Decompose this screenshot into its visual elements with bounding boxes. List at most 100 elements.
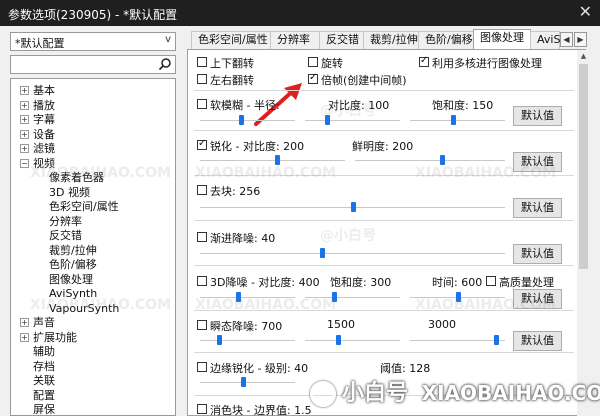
soft-blur-saturation-thumb[interactable] [450,115,456,125]
tree-item-label: VapourSynth [49,301,120,315]
tab-item[interactable]: 色阶/偏移 [418,31,474,49]
tab-scroll-right-icon[interactable]: ▶ [574,32,587,47]
soft-blur-contrast-thumb[interactable] [324,115,330,125]
tab-item[interactable]: 色彩空间/属性 [191,31,271,49]
expand-icon[interactable]: + [20,144,29,153]
sharpen-contrast-thumb[interactable] [274,155,280,165]
soft-blur-contrast-track[interactable] [305,120,400,121]
close-icon[interactable]: ✕ [579,2,592,21]
transient-track-2[interactable] [305,340,400,341]
progressive-denoise-label: 渐进降噪: 40 [210,232,276,245]
expand-icon[interactable]: + [20,318,29,327]
soft-blur-saturation-track[interactable] [410,120,505,121]
deblock-default-button[interactable]: 默认值 [513,198,562,218]
sharpen-contrast-track[interactable] [200,160,345,161]
tree-item-label: 辅助 [33,345,55,358]
deblock-thumb[interactable] [350,202,356,212]
expand-icon[interactable]: + [20,332,29,342]
transient-thumb-1[interactable] [217,335,222,345]
tree-item-label: 字幕 [33,113,55,126]
tree-item-label: 存档 [33,359,55,373]
edge-sharpen-track[interactable] [200,382,295,383]
denoise-3d-contrast-thumb[interactable] [236,292,241,302]
tree-item-label: 色阶/偏移 [49,258,97,271]
expand-icon[interactable]: + [20,129,29,139]
vertical-scrollbar[interactable]: ▲ [577,50,590,416]
edge-sharpen-checkbox[interactable] [197,362,207,372]
tree-item-label: 分辨率 [49,214,82,228]
transient-thumb-3[interactable] [493,335,499,345]
tree-item-label: 3D 视频 [49,185,90,199]
soft-blur-default-button[interactable]: 默认值 [513,106,562,126]
soft-blur-contrast-label: 对比度: 100 [328,99,390,112]
tree-item-label: 屏保 [33,403,55,416]
tab-item[interactable]: AviS [530,31,560,49]
progressive-denoise-track[interactable] [200,253,505,254]
tab-item[interactable]: 反交错 [319,31,364,49]
expand-icon[interactable]: + [20,115,29,124]
tree-item-label: 裁剪/拉伸 [49,243,97,257]
sharpen-checkbox[interactable] [197,138,207,150]
rotate-checkbox[interactable] [308,57,318,67]
tree-item-label: 反交错 [49,229,82,242]
preset-value: *默认配置 [15,37,65,50]
multicore-label: 利用多核进行图像处理 [432,57,542,70]
search-input[interactable] [10,55,176,74]
deblock-checkbox[interactable] [197,185,207,195]
tab-scroll-left-icon[interactable]: ◀ [560,32,573,47]
flip-horizontal-label: 左右翻转 [210,74,254,87]
tab-item[interactable]: 图像处理 [473,29,531,49]
eliminate-block-checkbox[interactable] [197,404,207,414]
flip-vertical-checkbox[interactable] [197,57,207,67]
progressive-denoise-thumb[interactable] [320,248,325,258]
progressive-denoise-checkbox[interactable] [197,232,207,242]
high-quality-label: 高质量处理 [499,276,554,289]
tab-item[interactable]: 裁剪/拉伸 [363,31,419,49]
soft-blur-radius-track[interactable] [200,120,295,121]
tab-bar: 色彩空间/属性 分辨率 反交错 裁剪/拉伸 色阶/偏移 图像处理 AviS ◀ ▶ [185,29,600,49]
sharpen-brightness-track[interactable] [355,160,505,161]
collapse-icon[interactable]: − [20,158,29,168]
scrollbar-thumb[interactable] [579,64,588,269]
transient-denoise-checkbox[interactable] [197,320,207,330]
denoise-3d-time-thumb[interactable] [455,292,461,302]
transient-track-1[interactable] [200,340,295,341]
soft-blur-checkbox[interactable] [197,99,207,109]
expand-icon[interactable]: + [20,100,29,110]
denoise-3d-saturation-thumb[interactable] [331,292,337,302]
brand-name: 小白号 [342,381,409,406]
soft-blur-label: 软模糊 - 半径: [210,99,280,112]
tab-item[interactable]: 分辨率 [270,31,320,49]
transient-track-3[interactable] [410,340,505,341]
rotate-label: 旋转 [321,57,343,70]
brand-site: XIAOBAIHAO.COM [421,381,600,405]
edge-sharpen-label: 边缘锐化 - 级别: 40 [210,362,309,375]
denoise-3d-default-button[interactable]: 默认值 [513,289,562,309]
denoise-3d-contrast-track[interactable] [200,297,295,298]
signal-icon [310,381,336,407]
denoise-3d-saturation-label: 饱和度: 300 [330,276,392,289]
progressive-denoise-default-button[interactable]: 默认值 [513,244,562,264]
sharpen-default-button[interactable]: 默认值 [513,152,562,172]
denoise-3d-time-label: 时间: 600 [432,276,483,289]
settings-tree[interactable]: + 基本 + 播放 + 字幕 + 设备 + 滤镜 − 视频 像素着色器 3D 视频 色彩空间/属性 分辨率 反交… [10,78,176,416]
search-icon[interactable] [158,57,172,71]
soft-blur-radius-thumb[interactable] [238,115,244,125]
transient-default-button[interactable]: 默认值 [513,331,562,351]
multicore-checkbox[interactable] [419,55,429,67]
tree-item-label: AviSynth [49,287,98,300]
scroll-up-icon[interactable]: ▲ [577,50,590,63]
deblock-label: 去块: 256 [210,185,261,198]
denoise-3d-label: 3D降噪 - 对比度: 400 [210,276,320,289]
high-quality-checkbox[interactable] [486,276,496,286]
flip-horizontal-checkbox[interactable] [197,74,207,84]
preset-dropdown[interactable]: *默认配置 v [10,32,176,51]
expand-icon[interactable]: + [20,86,29,95]
sharpen-brightness-thumb[interactable] [440,155,445,165]
edge-sharpen-thumb[interactable] [240,377,246,387]
denoise-3d-checkbox[interactable] [197,276,207,286]
tree-item-label: 声音 [33,316,55,329]
sharpen-brightness-label: 鲜明度: 200 [352,140,414,153]
denoise-3d-saturation-track[interactable] [305,297,400,298]
transient-thumb-2[interactable] [336,335,342,345]
